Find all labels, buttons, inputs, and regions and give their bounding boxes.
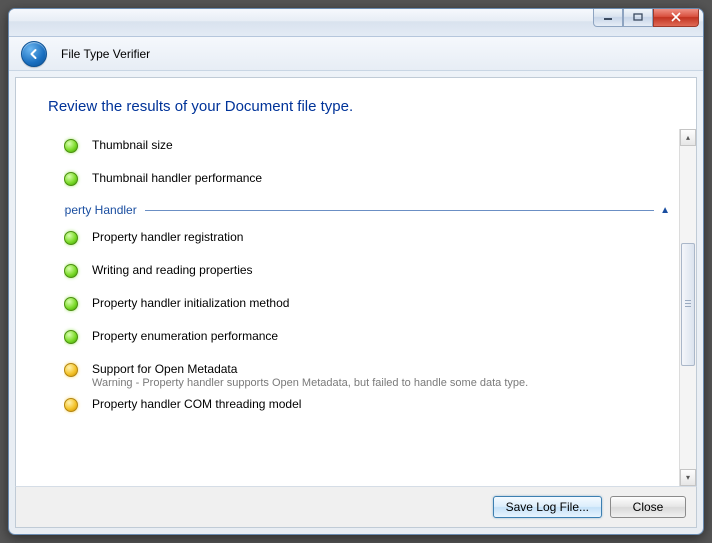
save-log-file-button[interactable]: Save Log File... [493, 496, 602, 518]
result-label: Writing and reading properties [92, 263, 674, 277]
result-item[interactable]: Thumbnail size [64, 129, 674, 162]
window-frame: File Type Verifier Review the results of… [8, 8, 704, 535]
back-button[interactable] [21, 41, 47, 67]
page-heading: Review the results of your Document file… [16, 78, 696, 129]
content-frame: Review the results of your Document file… [15, 77, 697, 486]
results-scroll-area: Thumbnail size Thumbnail handler perform… [16, 129, 696, 486]
titlebar[interactable] [9, 9, 703, 37]
result-label: Property handler initialization method [92, 296, 674, 310]
window-buttons [593, 8, 699, 27]
close-dialog-button[interactable]: Close [610, 496, 686, 518]
result-text: Property enumeration performance [92, 329, 674, 343]
result-text: Writing and reading properties [92, 263, 674, 277]
vertical-scrollbar[interactable]: ▴ ▾ [679, 129, 696, 486]
section-title: Property Handler [64, 203, 137, 217]
maximize-button[interactable] [623, 8, 653, 27]
result-item[interactable]: Writing and reading properties [64, 254, 674, 287]
scroll-down-button[interactable]: ▾ [680, 469, 696, 486]
collapse-icon[interactable]: ▲ [660, 205, 670, 216]
app-title: File Type Verifier [61, 47, 150, 61]
results-list: Thumbnail size Thumbnail handler perform… [64, 129, 674, 486]
toolbar: File Type Verifier [9, 37, 703, 71]
status-ok-icon [64, 297, 78, 311]
section-divider [145, 210, 654, 211]
status-warning-icon [64, 363, 78, 377]
result-text: Thumbnail size [92, 138, 674, 152]
result-item[interactable]: Property handler initialization method [64, 287, 674, 320]
result-text: Property handler registration [92, 230, 674, 244]
footer: Save Log File... Close [15, 486, 697, 528]
status-ok-icon [64, 139, 78, 153]
status-ok-icon [64, 330, 78, 344]
result-text: Property handler initialization method [92, 296, 674, 310]
section-header-property-handler[interactable]: Property Handler ▲ [64, 203, 674, 217]
result-label: Property handler COM threading model [92, 397, 674, 411]
result-text: Support for Open Metadata Warning - Prop… [92, 362, 674, 389]
status-warning-icon [64, 398, 78, 412]
result-label: Support for Open Metadata [92, 362, 674, 376]
status-ok-icon [64, 231, 78, 245]
result-item[interactable]: Thumbnail handler performance [64, 162, 674, 195]
result-description: Warning - Property handler supports Open… [92, 377, 674, 389]
result-label: Property enumeration performance [92, 329, 674, 343]
scrollbar-thumb[interactable] [681, 243, 695, 366]
status-ok-icon [64, 172, 78, 186]
scroll-up-button[interactable]: ▴ [680, 129, 696, 146]
scrollbar-track[interactable] [680, 146, 696, 469]
result-text: Property handler COM threading model [92, 397, 674, 411]
result-item[interactable]: Property handler COM threading model [64, 393, 674, 421]
result-item[interactable]: Property handler registration [64, 221, 674, 254]
result-item[interactable]: Property enumeration performance [64, 320, 674, 353]
result-label: Thumbnail handler performance [92, 171, 674, 185]
minimize-button[interactable] [593, 8, 623, 27]
result-text: Thumbnail handler performance [92, 171, 674, 185]
status-ok-icon [64, 264, 78, 278]
result-item[interactable]: Support for Open Metadata Warning - Prop… [64, 353, 674, 393]
close-button[interactable] [653, 8, 699, 27]
result-label: Thumbnail size [92, 138, 674, 152]
result-label: Property handler registration [92, 230, 674, 244]
